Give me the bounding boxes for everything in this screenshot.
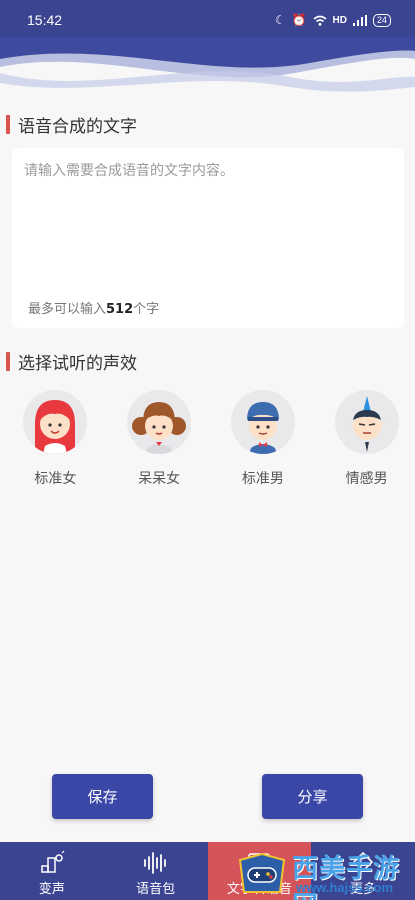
voice-option-standard-male[interactable]: 标准男 — [215, 390, 312, 488]
title-accent-bar — [6, 115, 10, 134]
wifi-icon — [313, 15, 327, 26]
title-accent-bar — [6, 352, 10, 371]
voice-option-cute-female[interactable]: 呆呆女 — [111, 390, 208, 488]
text-input-card: 最多可以输入512个字 — [12, 148, 404, 328]
tab-more[interactable]: 更多 — [311, 842, 415, 900]
limit-number: 512 — [106, 302, 134, 317]
tab-text-to-speech[interactable]: 文字转语音 — [207, 842, 312, 900]
boy-blue-mohawk-avatar — [334, 390, 399, 454]
voice-list: 标准女 呆呆女 标准男 情感男 — [0, 390, 415, 488]
tab-label: 语音包 — [136, 882, 176, 897]
status-time: 15:42 — [27, 12, 63, 28]
voice-section-title-label: 选择试听的声效 — [18, 354, 137, 374]
text-to-speech-icon — [248, 853, 271, 871]
voice-label: 情感男 — [345, 471, 388, 487]
limit-prefix: 最多可以输入 — [28, 302, 107, 317]
limit-suffix: 个字 — [133, 302, 160, 317]
tab-voice-pack[interactable]: 语音包 — [104, 842, 208, 900]
voice-option-standard-female[interactable]: 标准女 — [7, 390, 104, 488]
save-button[interactable]: 保存 — [52, 774, 153, 819]
voice-label: 标准男 — [241, 471, 284, 487]
tts-text-input[interactable] — [24, 160, 392, 280]
tab-voice-change[interactable]: 变声 — [0, 842, 104, 900]
voice-label: 呆呆女 — [138, 471, 181, 487]
header-wave — [0, 37, 415, 92]
voice-option-emotional-male[interactable]: 情感男 — [318, 390, 415, 488]
voice-label: 标准女 — [34, 471, 77, 487]
status-bar: 15:42 ☾ ⏰ HD 24 — [0, 0, 415, 40]
more-icon — [352, 851, 374, 873]
waveform-icon — [143, 852, 166, 874]
share-button[interactable]: 分享 — [262, 774, 363, 819]
voice-change-icon — [41, 850, 65, 873]
battery-icon: 24 — [372, 13, 391, 27]
alarm-icon: ⏰ — [291, 13, 307, 27]
text-section-title-label: 语音合成的文字 — [18, 117, 137, 137]
text-section-title: 语音合成的文字 — [6, 112, 137, 137]
boy-blue-cap-avatar — [230, 390, 295, 454]
tab-label: 文字转语音 — [226, 882, 292, 897]
bottom-tab-bar: 变声 语音包 文字转语音 更多 — [0, 842, 415, 900]
signal-icon — [352, 14, 367, 26]
tab-label: 更多 — [350, 882, 377, 897]
voice-section-title: 选择试听的声效 — [6, 349, 137, 374]
moon-icon: ☾ — [274, 13, 286, 27]
tab-label: 变声 — [38, 882, 65, 897]
char-limit-hint: 最多可以输入512个字 — [28, 298, 159, 317]
girl-brown-hair-avatar — [127, 390, 192, 454]
status-icons: ☾ ⏰ HD 24 — [275, 13, 391, 27]
girl-red-hair-avatar — [23, 390, 88, 454]
network-type: HD — [332, 14, 347, 26]
